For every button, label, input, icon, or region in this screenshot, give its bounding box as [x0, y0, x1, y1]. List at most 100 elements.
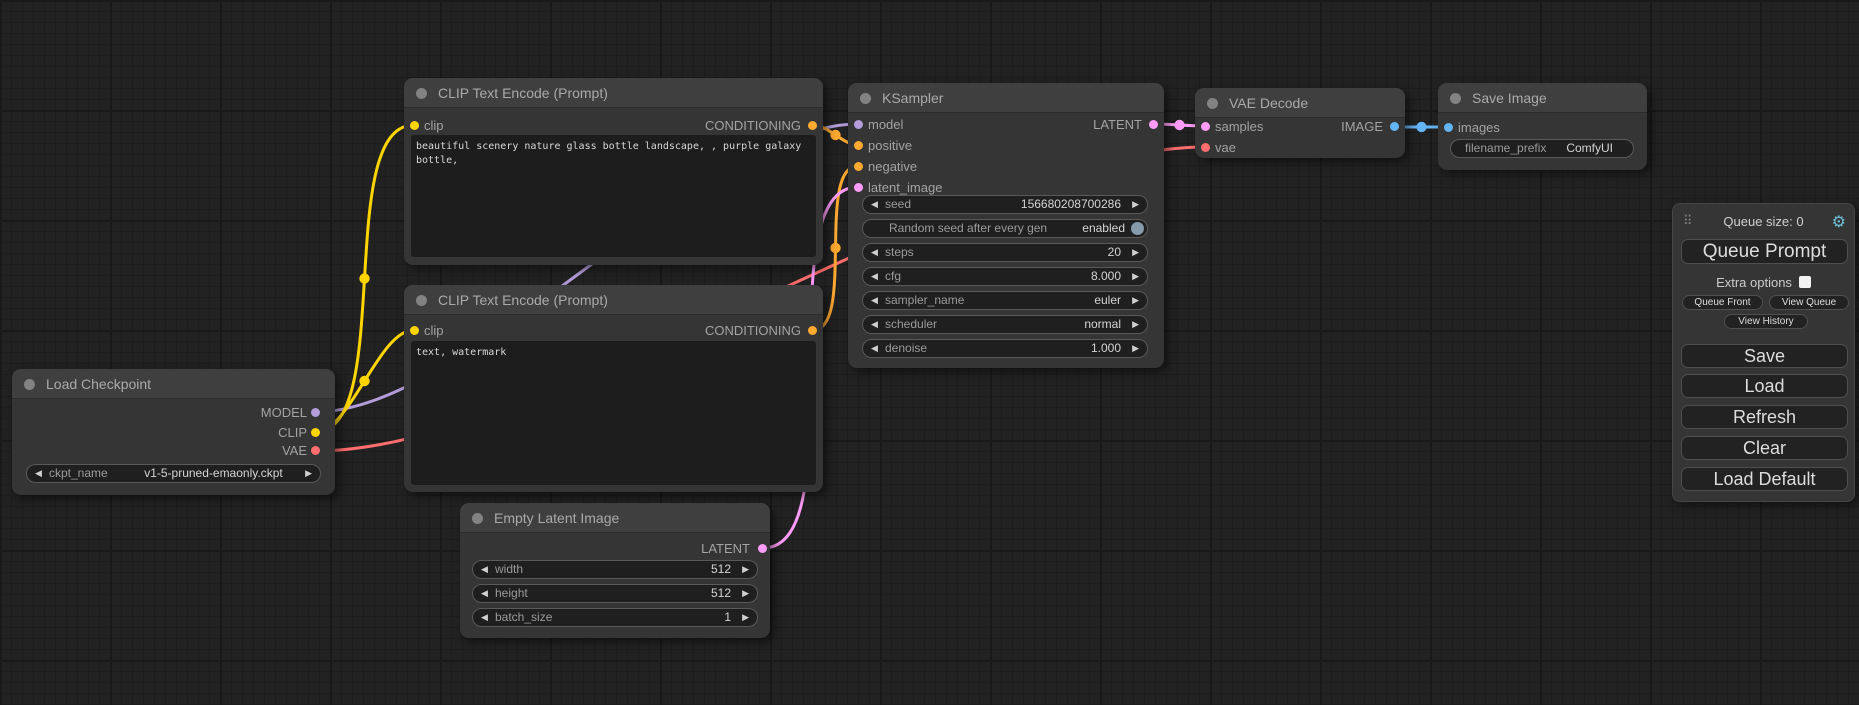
filename-prefix-widget[interactable]: filename_prefix ComfyUI — [1450, 139, 1634, 158]
output-slot-clip[interactable] — [311, 428, 320, 437]
node-clip-text-encode-positive[interactable]: CLIP Text Encode (Prompt) clip CONDITION… — [404, 78, 823, 265]
collapse-dot-icon[interactable] — [1450, 93, 1461, 104]
output-slot-latent[interactable] — [1149, 120, 1158, 129]
widget-value: 512 — [711, 561, 731, 578]
link-midpoint-dot[interactable] — [359, 376, 369, 386]
node-title-bar[interactable]: KSampler — [848, 83, 1164, 113]
decrement-arrow-icon[interactable]: ◀ — [871, 316, 878, 333]
refresh-button[interactable]: Refresh — [1681, 405, 1848, 429]
clear-button[interactable]: Clear — [1681, 436, 1848, 460]
prompt-textarea[interactable]: beautiful scenery nature glass bottle la… — [411, 135, 816, 257]
batch-size-widget[interactable]: ◀ batch_size 1 ▶ — [472, 608, 758, 627]
output-slot-latent[interactable] — [758, 544, 767, 553]
load-default-button[interactable]: Load Default — [1681, 467, 1848, 491]
prompt-textarea[interactable]: text, watermark — [411, 341, 816, 485]
collapse-dot-icon[interactable] — [416, 88, 427, 99]
increment-arrow-icon[interactable]: ▶ — [305, 465, 312, 482]
decrement-arrow-icon[interactable]: ◀ — [871, 292, 878, 309]
input-slot-latent-image[interactable] — [854, 183, 863, 192]
node-vae-decode[interactable]: VAE Decode samples vae IMAGE — [1195, 88, 1405, 158]
collapse-dot-icon[interactable] — [24, 379, 35, 390]
comfyui-canvas[interactable]: { "icons": { "left_arrow": "◀", "right_a… — [0, 0, 1859, 705]
increment-arrow-icon[interactable]: ▶ — [742, 609, 749, 626]
denoise-widget[interactable]: ◀ denoise 1.000 ▶ — [862, 339, 1148, 358]
input-slot-clip[interactable] — [410, 326, 419, 335]
increment-arrow-icon[interactable]: ▶ — [1132, 340, 1139, 357]
widget-value: 8.000 — [1091, 268, 1121, 285]
decrement-arrow-icon[interactable]: ◀ — [871, 340, 878, 357]
widget-label: scheduler — [885, 316, 937, 333]
input-slot-vae[interactable] — [1201, 143, 1210, 152]
collapse-dot-icon[interactable] — [860, 93, 871, 104]
decrement-arrow-icon[interactable]: ◀ — [481, 585, 488, 602]
node-title-bar[interactable]: Save Image — [1438, 83, 1647, 113]
node-title-bar[interactable]: CLIP Text Encode (Prompt) — [404, 78, 823, 108]
node-clip-text-encode-negative[interactable]: CLIP Text Encode (Prompt) clip CONDITION… — [404, 285, 823, 492]
node-title-bar[interactable]: VAE Decode — [1195, 88, 1405, 118]
widget-label: steps — [885, 244, 914, 261]
input-slot-negative[interactable] — [854, 162, 863, 171]
input-slot-clip[interactable] — [410, 121, 419, 130]
settings-gear-icon[interactable]: ⚙ — [1832, 212, 1846, 232]
output-slot-vae[interactable] — [311, 446, 320, 455]
seed-widget[interactable]: ◀ seed 156680208700286 ▶ — [862, 195, 1148, 214]
input-slot-model[interactable] — [854, 120, 863, 129]
node-title: Load Checkpoint — [46, 376, 151, 392]
increment-arrow-icon[interactable]: ▶ — [742, 561, 749, 578]
input-slot-samples[interactable] — [1201, 122, 1210, 131]
view-history-button[interactable]: View History — [1724, 314, 1808, 329]
save-button[interactable]: Save — [1681, 344, 1848, 368]
decrement-arrow-icon[interactable]: ◀ — [871, 244, 878, 261]
decrement-arrow-icon[interactable]: ◀ — [481, 561, 488, 578]
increment-arrow-icon[interactable]: ▶ — [742, 585, 749, 602]
random-seed-widget[interactable]: Random seed after every gen enabled — [862, 219, 1148, 238]
increment-arrow-icon[interactable]: ▶ — [1132, 316, 1139, 333]
decrement-arrow-icon[interactable]: ◀ — [871, 268, 878, 285]
input-slot-positive[interactable] — [854, 141, 863, 150]
link-midpoint-dot[interactable] — [1416, 122, 1426, 132]
steps-widget[interactable]: ◀ steps 20 ▶ — [862, 243, 1148, 262]
increment-arrow-icon[interactable]: ▶ — [1132, 196, 1139, 213]
link-midpoint-dot[interactable] — [830, 130, 840, 140]
collapse-dot-icon[interactable] — [1207, 98, 1218, 109]
node-save-image[interactable]: Save Image images filename_prefix ComfyU… — [1438, 83, 1647, 170]
increment-arrow-icon[interactable]: ▶ — [1132, 244, 1139, 261]
scheduler-widget[interactable]: ◀ scheduler normal ▶ — [862, 315, 1148, 334]
view-queue-button[interactable]: View Queue — [1769, 295, 1849, 310]
node-empty-latent-image[interactable]: Empty Latent Image LATENT ◀ width 512 ▶ … — [460, 503, 770, 638]
decrement-arrow-icon[interactable]: ◀ — [481, 609, 488, 626]
cfg-widget[interactable]: ◀ cfg 8.000 ▶ — [862, 267, 1148, 286]
node-title-bar[interactable]: CLIP Text Encode (Prompt) — [404, 285, 823, 315]
node-ksampler[interactable]: KSampler model positive negative latent_… — [848, 83, 1164, 368]
height-widget[interactable]: ◀ height 512 ▶ — [472, 584, 758, 603]
toggle-indicator[interactable] — [1131, 222, 1144, 235]
ckpt-name-widget[interactable]: ◀ ckpt_name v1-5-pruned-emaonly.ckpt ▶ — [26, 464, 321, 483]
queue-prompt-button[interactable]: Queue Prompt — [1681, 239, 1848, 264]
extra-options-checkbox[interactable] — [1799, 276, 1811, 288]
widget-label: ckpt_name — [49, 465, 108, 482]
output-label-latent: LATENT — [701, 541, 750, 557]
link-midpoint-dot[interactable] — [1174, 120, 1184, 130]
collapse-dot-icon[interactable] — [416, 295, 427, 306]
queue-front-button[interactable]: Queue Front — [1682, 295, 1763, 310]
output-slot-image[interactable] — [1390, 122, 1399, 131]
link-midpoint-dot[interactable] — [359, 273, 369, 283]
output-slot-conditioning[interactable] — [808, 326, 817, 335]
width-widget[interactable]: ◀ width 512 ▶ — [472, 560, 758, 579]
output-slot-conditioning[interactable] — [808, 121, 817, 130]
input-slot-images[interactable] — [1444, 123, 1453, 132]
output-slot-model[interactable] — [311, 408, 320, 417]
node-title-bar[interactable]: Load Checkpoint — [12, 369, 335, 399]
increment-arrow-icon[interactable]: ▶ — [1132, 268, 1139, 285]
sampler-name-widget[interactable]: ◀ sampler_name euler ▶ — [862, 291, 1148, 310]
link-midpoint-dot[interactable] — [830, 243, 840, 253]
collapse-dot-icon[interactable] — [472, 513, 483, 524]
node-title: Empty Latent Image — [494, 510, 619, 526]
increment-arrow-icon[interactable]: ▶ — [1132, 292, 1139, 309]
node-load-checkpoint[interactable]: Load Checkpoint MODEL CLIP VAE ◀ ckpt_na… — [12, 369, 335, 495]
node-title-bar[interactable]: Empty Latent Image — [460, 503, 770, 533]
decrement-arrow-icon[interactable]: ◀ — [35, 465, 42, 482]
decrement-arrow-icon[interactable]: ◀ — [871, 196, 878, 213]
widget-value: 20 — [1108, 244, 1121, 261]
load-button[interactable]: Load — [1681, 374, 1848, 398]
